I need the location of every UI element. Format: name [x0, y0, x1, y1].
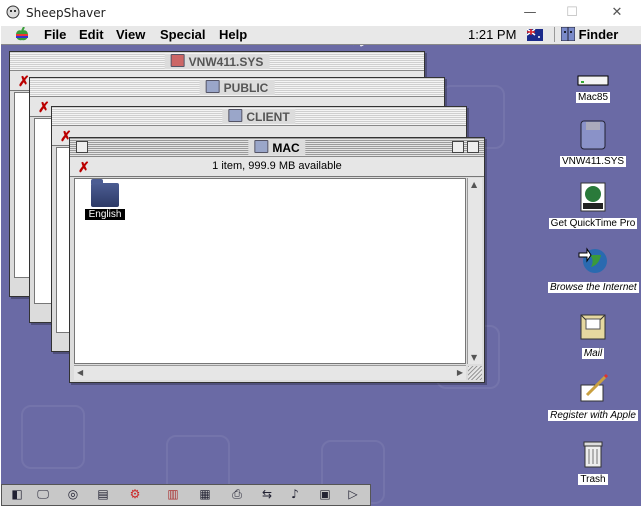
vertical-scrollbar[interactable]: ▲ ▼	[467, 178, 482, 364]
location-icon[interactable]: ▣	[312, 487, 338, 502]
quicktime-icon	[548, 181, 638, 216]
power-icon[interactable]: ◧	[4, 487, 30, 502]
scroll-up-icon[interactable]: ▲	[471, 180, 477, 189]
printer-icon[interactable]: ⎙	[224, 487, 250, 502]
colors-icon[interactable]: ▥	[160, 487, 186, 502]
icon-label: VNW411.SYS	[559, 156, 627, 167]
icon-label: Mail	[581, 348, 605, 359]
window-title: CLIENT	[246, 110, 290, 124]
desktop-icon-quicktime[interactable]: Get QuickTime Pro	[548, 181, 638, 229]
pattern-icon[interactable]: ▦	[192, 487, 218, 502]
folder-icon	[205, 80, 220, 93]
icon-label: Get QuickTime Pro	[548, 218, 638, 229]
folder-icon	[254, 140, 269, 153]
close-box[interactable]	[76, 141, 88, 153]
mouse-cursor-icon	[353, 45, 365, 51]
volume-info: 1 item, 999.9 MB available	[212, 160, 342, 172]
no-write-icon: ✗	[38, 99, 50, 115]
desktop-icon-trash[interactable]: Trash	[548, 439, 638, 485]
window-title: MAC	[272, 141, 300, 155]
window-content[interactable]: English	[74, 178, 466, 364]
close-button[interactable]: ✕	[602, 3, 632, 23]
desktop[interactable]: VNW411.SYS ✗ TO PUBLIC ✗ CLIENT ✗ MAC ✗ …	[1, 45, 641, 506]
hard-disk-icon	[548, 73, 638, 90]
horizontal-scrollbar[interactable]: ◀ ▶	[74, 365, 466, 380]
trash-icon	[548, 439, 638, 472]
collapse-box[interactable]	[467, 141, 479, 153]
titlebar[interactable]: PUBLIC	[30, 78, 444, 97]
resize-grip[interactable]	[468, 366, 482, 380]
sheepshaver-app-icon	[6, 5, 20, 19]
menu-clock[interactable]: 1:21 PM	[468, 27, 516, 42]
arrow-icon[interactable]: ▷	[340, 487, 366, 502]
desktop-icon-mac85[interactable]: Mac85	[548, 73, 638, 103]
folder-label: English	[85, 209, 125, 220]
monitor-icon[interactable]: 🖵	[30, 487, 56, 502]
floppy-volume-icon	[548, 119, 638, 154]
menu-special[interactable]: Special	[160, 27, 206, 42]
icon-label: Trash	[578, 474, 608, 485]
icon-label: Browse the Internet	[548, 282, 639, 293]
desktop-icon-mail[interactable]: Mail	[548, 311, 638, 359]
floppy-icon	[170, 54, 185, 67]
register-icon	[548, 373, 638, 408]
scroll-right-icon[interactable]: ▶	[457, 368, 463, 377]
wallpaper-face-icon	[21, 405, 85, 469]
host-titlebar: SheepShaver — ☐ ✕	[0, 0, 642, 26]
folder-item[interactable]: English	[85, 179, 125, 220]
window-title: VNW411.SYS	[188, 55, 264, 69]
apple-menu-icon[interactable]	[15, 26, 29, 45]
window-title: PUBLIC	[223, 81, 269, 95]
sharing-icon[interactable]: ⇆	[254, 487, 280, 502]
finder-icon	[560, 26, 576, 42]
scroll-down-icon[interactable]: ▼	[471, 353, 477, 362]
desktop-icon-browse[interactable]: Browse the Internet	[548, 245, 639, 293]
icon-label: Register with Apple	[548, 410, 638, 421]
volume-icon[interactable]: ▤	[90, 487, 116, 502]
window-header: ✗ 1 item, 999.9 MB available	[70, 157, 484, 177]
mail-icon	[548, 311, 638, 346]
menu-help[interactable]: Help	[219, 27, 247, 42]
no-write-icon: ✗	[18, 73, 30, 89]
folder-icon	[228, 109, 243, 122]
scroll-left-icon[interactable]: ◀	[77, 368, 83, 377]
host-window-title: SheepShaver	[26, 6, 106, 20]
menu-view[interactable]: View	[116, 27, 145, 42]
flag-keyboard-icon[interactable]	[526, 28, 543, 44]
menu-edit[interactable]: Edit	[79, 27, 104, 42]
finder-label: Finder	[578, 27, 619, 42]
cd-icon[interactable]: ◎	[60, 487, 86, 502]
desktop-icon-vnw411[interactable]: VNW411.SYS	[548, 119, 638, 167]
globe-icon	[548, 245, 638, 280]
icon-label: Mac85	[575, 92, 610, 103]
menu-file[interactable]: File	[44, 27, 66, 42]
folder-icon	[91, 179, 119, 207]
finder-app-menu[interactable]: Finder	[554, 26, 619, 42]
zoom-box[interactable]	[452, 141, 464, 153]
desktop-icon-register[interactable]: Register with Apple	[548, 373, 638, 421]
control-strip[interactable]: ◧ 🖵 ◎ ▤ ⚙ ▥ ▦ ⎙ ⇆ ♪ ▣ ▷	[1, 484, 371, 506]
mac-menubar: File Edit View Special Help 1:21 PM Find…	[1, 26, 641, 45]
titlebar[interactable]: CLIENT	[52, 107, 466, 126]
minimize-button[interactable]: —	[515, 3, 545, 23]
network-icon[interactable]: ⚙	[122, 487, 148, 502]
sound-icon[interactable]: ♪	[282, 487, 308, 502]
window-mac[interactable]: MAC ✗ 1 item, 999.9 MB available English…	[69, 137, 485, 383]
titlebar[interactable]: MAC	[70, 138, 484, 157]
titlebar[interactable]: VNW411.SYS	[10, 52, 424, 71]
maximize-button[interactable]: ☐	[557, 3, 587, 23]
